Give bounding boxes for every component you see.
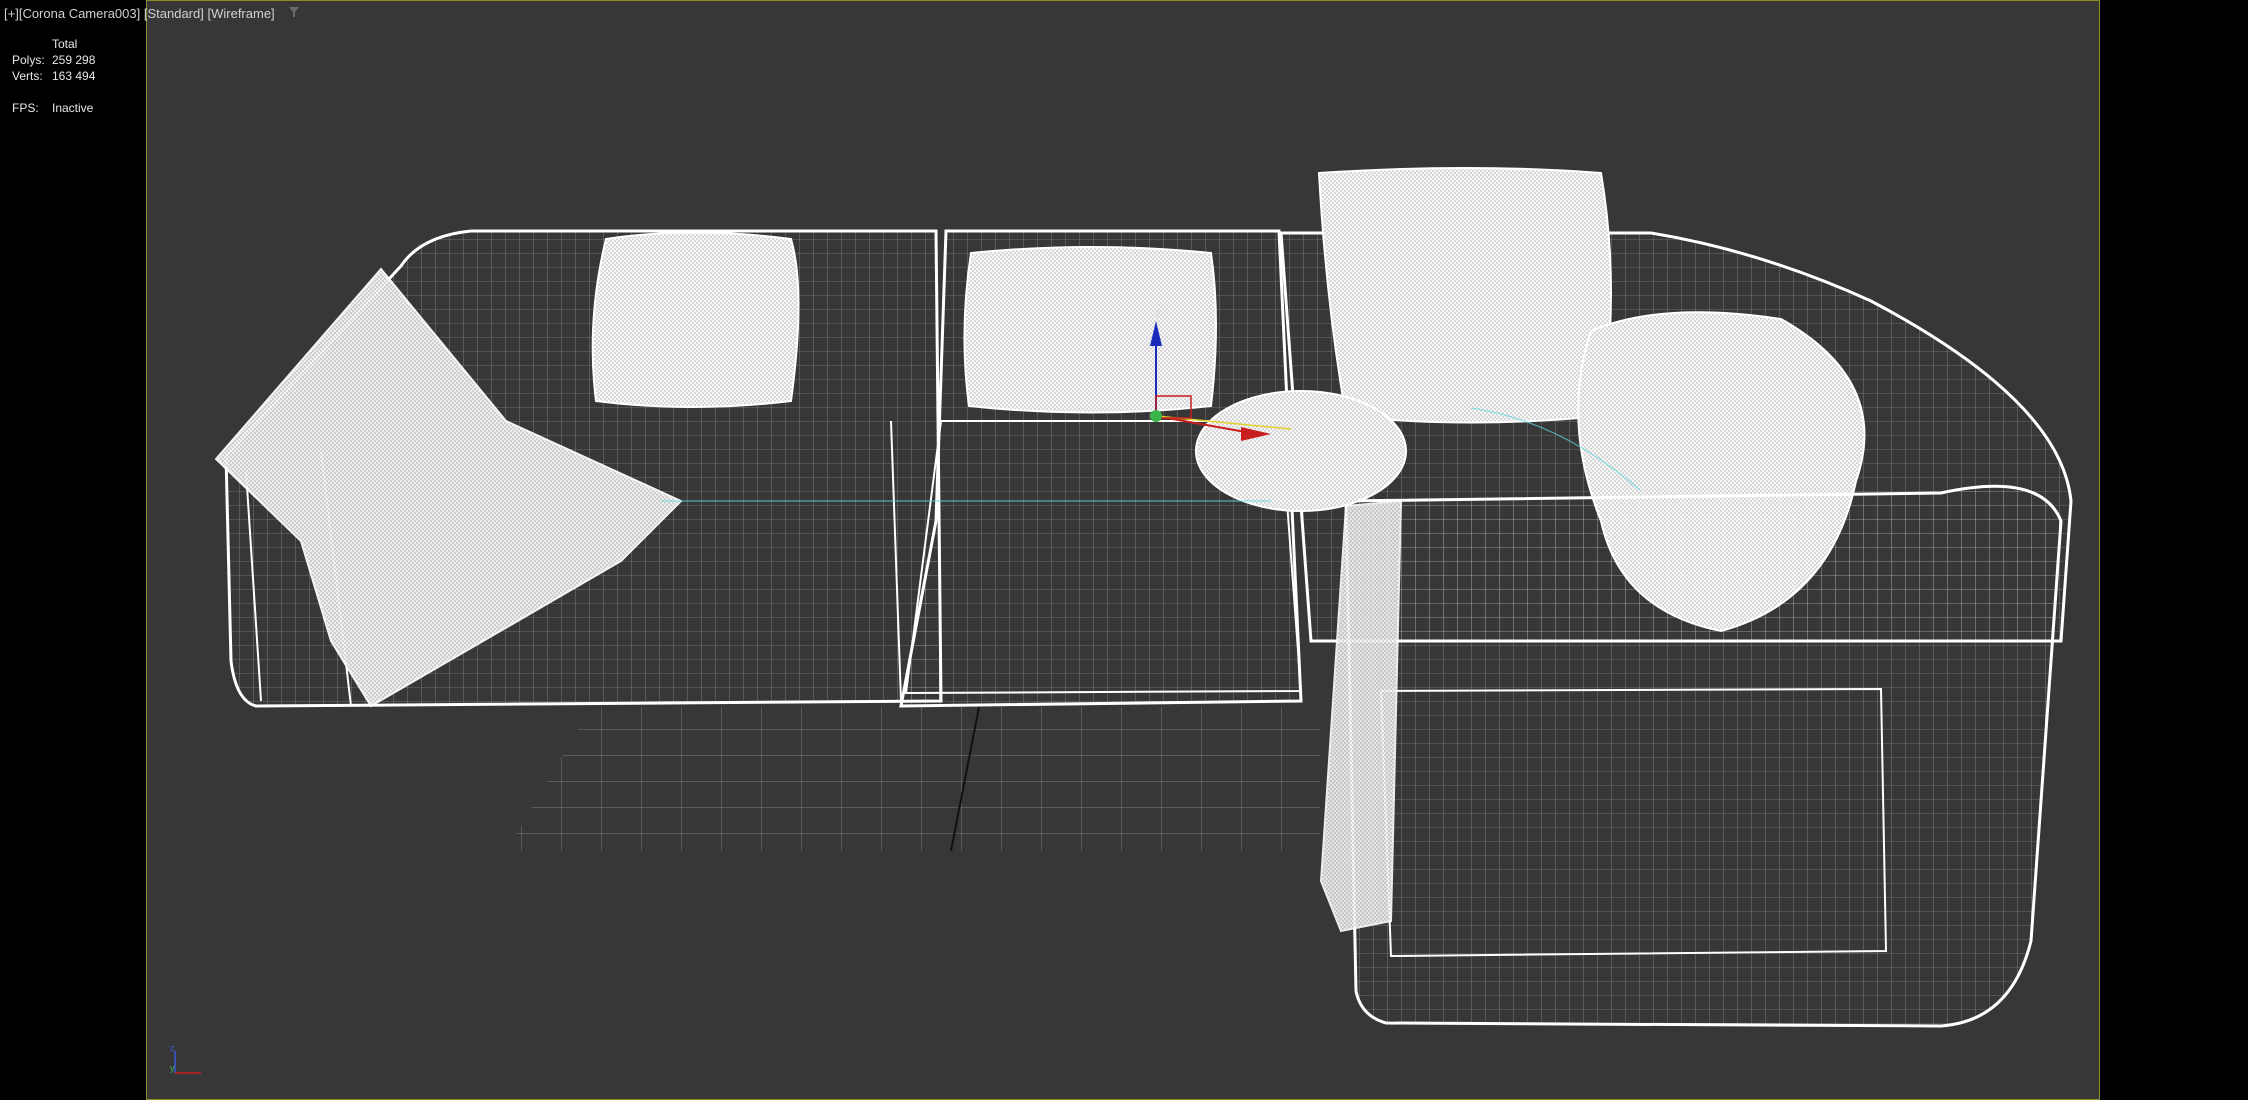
stats-polys-label: Polys: — [12, 53, 45, 67]
stats-polys-row: Polys: 259 298 — [12, 52, 95, 68]
stats-polys-value: 259 298 — [52, 53, 96, 67]
axis-z-label: z — [170, 1045, 175, 1053]
floor-grid — [506, 706, 1321, 852]
perspective-viewport[interactable]: z z y — [146, 0, 2100, 1100]
sofa-right-chaise[interactable] — [1319, 484, 2063, 1028]
stats-verts-row: Verts: 163 494 — [12, 68, 95, 84]
axis-tripod: z y — [169, 1043, 209, 1080]
stats-fps-label: FPS: — [12, 101, 39, 115]
scene-statistics: Total Polys: 259 298 Verts: 163 494 FPS: In… — [12, 36, 95, 116]
stats-fps-row: FPS: Inactive — [12, 100, 95, 116]
viewport-display-mode-menu[interactable]: [Wireframe] — [207, 6, 274, 21]
round-cushion[interactable] — [1195, 390, 1407, 512]
stats-fps-value: Inactive — [52, 101, 94, 115]
stats-verts-value: 163 494 — [52, 69, 96, 83]
viewport-plus-menu[interactable]: [+] — [4, 6, 19, 21]
stats-total-label: Total — [52, 37, 78, 51]
stats-verts-label: Verts: — [12, 69, 43, 83]
viewport-label-menu[interactable]: [+][Corona Camera003] [Standard] [Wirefr… — [4, 6, 300, 21]
filter-icon[interactable] — [288, 6, 300, 21]
left-strip — [0, 0, 145, 1100]
axis-y-label: y — [170, 1063, 175, 1073]
viewport-camera-menu[interactable]: [Corona Camera003] — [19, 6, 140, 21]
right-strip — [2101, 0, 2248, 1100]
viewport-shading-menu[interactable]: [Standard] — [144, 6, 204, 21]
sofa-left-section[interactable] — [214, 229, 943, 708]
gizmo-z-label: z — [1156, 309, 1161, 320]
wireframe-scene[interactable]: z — [147, 1, 2099, 1099]
